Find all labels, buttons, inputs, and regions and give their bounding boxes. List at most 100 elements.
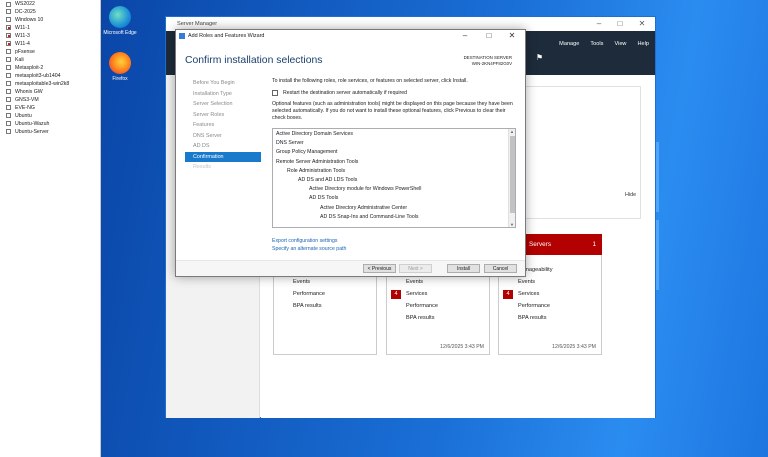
vm-list-item[interactable]: W11-3 — [6, 32, 30, 40]
feature-item: Role Administration Tools — [287, 167, 346, 174]
vm-list-item[interactable]: WS2022 — [6, 0, 35, 8]
add-roles-wizard: Add Roles and Features Wizard – □ ✕ Conf… — [175, 29, 526, 277]
vm-name: pFsense — [15, 48, 35, 55]
wizard-step[interactable]: Features — [185, 120, 261, 131]
vm-list-item[interactable]: metasploit3-ub1404 — [6, 72, 61, 80]
scroll-down-icon[interactable]: ▼ — [510, 222, 514, 227]
vm-list-item[interactable]: DC-2025 — [6, 8, 36, 16]
tile-row[interactable]: BPA results — [293, 303, 322, 309]
minimize-icon[interactable]: – — [455, 30, 475, 42]
vm-name: W11-1 — [15, 24, 30, 31]
wizard-step[interactable]: Before You Begin — [185, 78, 261, 89]
tile-row[interactable]: Performance — [406, 303, 438, 309]
next-button[interactable]: Next > — [399, 264, 432, 273]
wizard-app-icon — [179, 33, 185, 39]
vm-icon — [6, 121, 11, 127]
vm-icon — [6, 113, 11, 119]
desktop-icon-edge[interactable]: Microsoft Edge — [103, 6, 137, 36]
tile-row[interactable]: BPA results — [518, 315, 547, 321]
wizard-step[interactable]: DNS Server — [185, 131, 261, 142]
vm-icon — [6, 25, 11, 31]
tile-row[interactable]: Events — [518, 279, 535, 285]
intro-text: To install the following roles, role ser… — [272, 78, 468, 84]
vm-name: WS2022 — [15, 1, 35, 7]
tile-row[interactable]: Services — [406, 291, 427, 297]
vm-name: metasploitable3-win2k8 — [15, 80, 70, 87]
tile-row[interactable]: BPA results — [406, 315, 435, 321]
alternate-source-link[interactable]: Specify an alternate source path — [272, 246, 346, 252]
wizard-step[interactable]: AD DS — [185, 141, 261, 152]
scroll-up-icon[interactable]: ▲ — [510, 129, 514, 134]
wizard-footer: < Previous Next > Install Cancel — [176, 260, 525, 276]
vm-list-item[interactable]: metasploitable3-win2k8 — [6, 80, 69, 88]
vm-name: W11-4 — [15, 40, 30, 47]
maximize-icon[interactable]: □ — [479, 30, 499, 42]
tile-timestamp: 12/6/2025 3:43 PM — [440, 344, 484, 350]
restart-label: Restart the destination server automatic… — [283, 90, 407, 96]
features-scrollbar[interactable]: ▲ ▼ — [508, 129, 515, 227]
desktop-icon-firefox[interactable]: Firefox — [103, 52, 137, 82]
previous-button[interactable]: < Previous — [363, 264, 396, 273]
vm-list-item[interactable]: GNS3-VM — [6, 96, 39, 104]
vm-icon — [6, 57, 11, 63]
install-button[interactable]: Install — [447, 264, 480, 273]
hide-link[interactable]: Hide — [625, 192, 636, 198]
restart-option[interactable]: Restart the destination server automatic… — [272, 90, 407, 96]
vm-list-item[interactable]: Ubuntu-Wazuh — [6, 120, 49, 128]
vm-icon — [6, 81, 11, 87]
close-icon[interactable]: ✕ — [502, 30, 522, 42]
menu-manage[interactable]: Manage — [559, 41, 579, 47]
wizard-step[interactable]: Installation Type — [185, 89, 261, 100]
export-config-link[interactable]: Export configuration settings — [272, 238, 337, 244]
menu-tools[interactable]: Tools — [590, 41, 603, 47]
vm-name: Kali — [15, 56, 24, 63]
features-list[interactable]: ▲ ▼ Active Directory Domain Services DNS … — [272, 128, 516, 228]
tile-row[interactable]: Events — [293, 279, 310, 285]
edge-label: Microsoft Edge — [103, 30, 137, 36]
menu-view[interactable]: View — [614, 41, 626, 47]
vm-name: EVE-NG — [15, 104, 35, 111]
wizard-step[interactable]: Confirmation — [185, 151, 261, 162]
flag-icon[interactable]: ⚑ — [536, 53, 543, 62]
tile-row[interactable]: Events — [406, 279, 423, 285]
services-badge: 4 — [503, 290, 513, 299]
vm-icon — [6, 73, 11, 79]
vm-list-item[interactable]: pFsense — [6, 48, 35, 56]
close-icon[interactable]: ✕ — [632, 17, 652, 31]
maximize-icon[interactable]: □ — [610, 17, 630, 31]
vm-list-item[interactable]: Kali — [6, 56, 24, 64]
wizard-step[interactable]: Server Selection — [185, 99, 261, 110]
wizard-step[interactable]: Server Roles — [185, 110, 261, 121]
cancel-button[interactable]: Cancel — [484, 264, 517, 273]
wizard-title: Add Roles and Features Wizard — [188, 33, 265, 39]
vm-name: Ubuntu-Wazuh — [15, 120, 50, 127]
vm-icon — [6, 129, 11, 135]
tile-row[interactable]: Performance — [518, 303, 550, 309]
wizard-content: To install the following roles, role ser… — [272, 78, 517, 252]
tile-row[interactable]: Performance — [293, 291, 325, 297]
destination-server-name: WIN-2KN4PF82G0V — [471, 61, 512, 66]
wizard-heading: Confirm installation selections — [185, 55, 323, 66]
destination-server: DESTINATION SERVER WIN-2KN4PF82G0V — [464, 55, 512, 67]
vm-list-item[interactable]: Ubuntu-Server — [6, 128, 49, 136]
vm-name: Metasploit-2 — [15, 64, 44, 71]
vm-list-item[interactable]: W11-4 — [6, 40, 30, 48]
vm-list-item[interactable]: Whonix GW — [6, 88, 43, 96]
scroll-thumb[interactable] — [510, 136, 515, 213]
vm-list-item[interactable]: W11-1 — [6, 24, 30, 32]
vm-icon — [6, 65, 11, 71]
vm-list-item[interactable]: EVE-NG — [6, 104, 35, 112]
tile-timestamp: 12/6/2025 3:43 PM — [552, 344, 596, 350]
tile-row[interactable]: Services — [518, 291, 539, 297]
feature-item: Active Directory module for Windows Powe… — [309, 186, 422, 193]
vm-list-item[interactable]: Windows 10 — [6, 16, 43, 24]
wizard-titlebar: Add Roles and Features Wizard – □ ✕ — [176, 30, 525, 42]
vm-list-item[interactable]: Metasploit-2 — [6, 64, 43, 72]
vm-list-item[interactable]: Ubuntu — [6, 112, 32, 120]
servers-count: 1 — [592, 241, 596, 248]
wizard-steps: Before You Begin Installation Type Server … — [185, 78, 261, 173]
firefox-label: Firefox — [112, 76, 128, 82]
minimize-icon[interactable]: – — [589, 17, 609, 31]
menu-help[interactable]: Help — [637, 41, 649, 47]
restart-checkbox[interactable] — [272, 90, 278, 96]
